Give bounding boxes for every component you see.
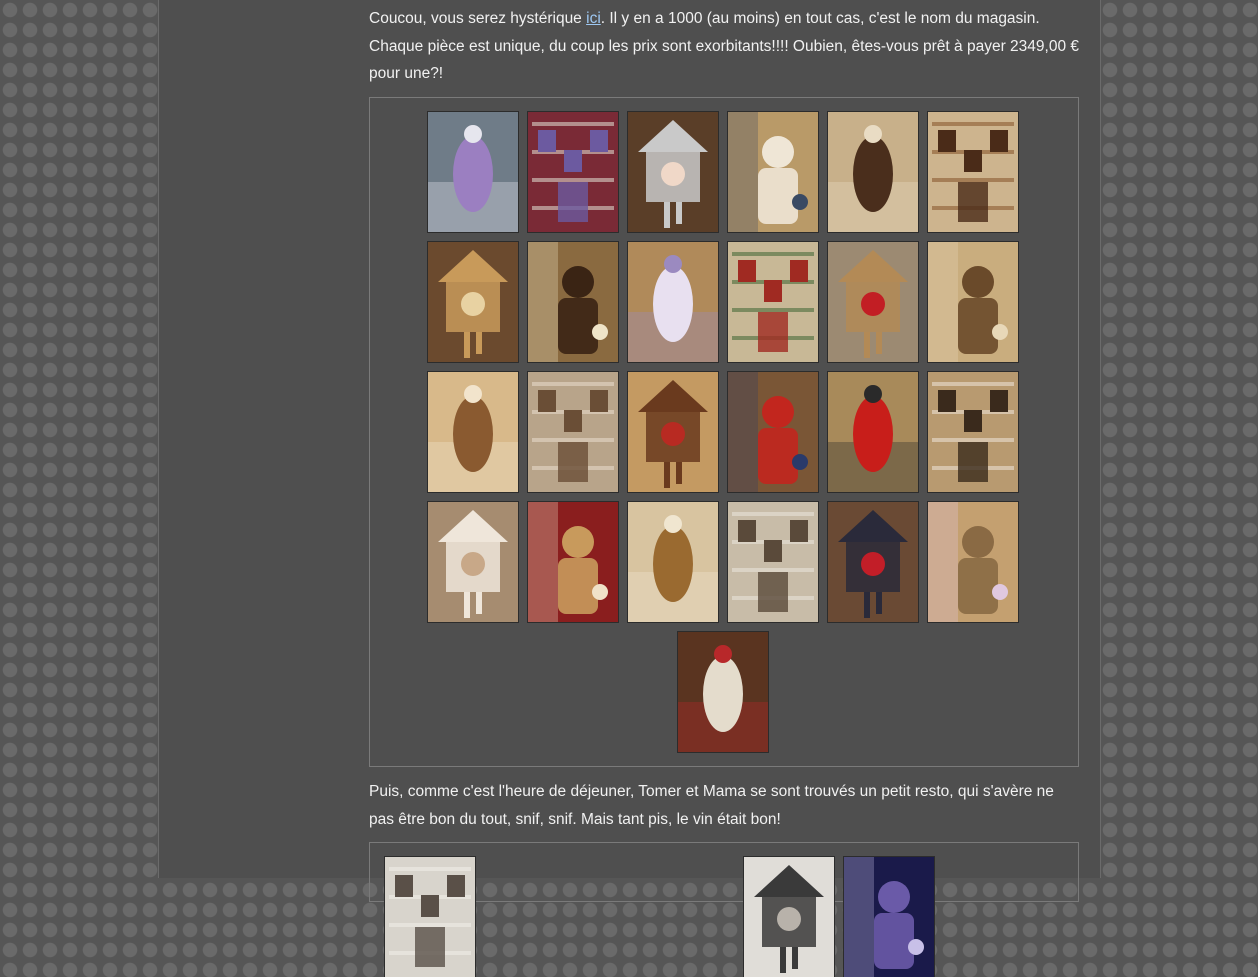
photo-thumbnail-white-teddy-bear[interactable] (428, 502, 518, 622)
photo-thumbnail-plush-shelves[interactable] (428, 372, 518, 492)
photo-thumbnail-large-cuckoo-clock[interactable] (928, 112, 1018, 232)
photo-thumbnail-wine-glass[interactable] (844, 857, 934, 977)
photo-thumbnail-teddy-bear-vest[interactable] (828, 242, 918, 362)
photo-thumbnail-carved-chalet-clock[interactable] (528, 502, 618, 622)
paragraph-text: Coucou, vous serez hystérique ici. Il y … (369, 5, 1079, 88)
photo-thumbnail-table-dish[interactable] (744, 857, 834, 977)
photo-thumbnail-dirndl-purple[interactable] (428, 112, 518, 232)
photo-thumbnail-porcelain-dolls[interactable] (678, 632, 768, 752)
photo-gallery-lunch (369, 842, 1079, 977)
photo-thumbnail-traditional-dress[interactable] (828, 502, 918, 622)
photo-thumbnail-craft-display[interactable] (928, 502, 1018, 622)
photo-thumbnail-shop-interior-clock[interactable] (928, 242, 1018, 362)
photo-thumbnail-couple-cuckoo-clock[interactable] (628, 112, 718, 232)
photo-gallery-shop (369, 97, 1079, 767)
text-before-link: Coucou, vous serez hystérique (369, 10, 587, 27)
photo-thumbnail-christmas-decor[interactable] (728, 242, 818, 362)
paragraph-text: Puis, comme c'est l'heure de déjeuner, T… (369, 783, 1054, 828)
paragraph-shop: Coucou, vous serez hystérique ici. Il y … (369, 5, 1079, 88)
photo-thumbnail-metal-sculpture[interactable] (728, 502, 818, 622)
photo-thumbnail-cuckoo-clock-wall[interactable] (828, 112, 918, 232)
photo-thumbnail-bear-costume[interactable] (728, 112, 818, 232)
photo-thumbnail-grandfather-clock[interactable] (628, 502, 718, 622)
page-column: Coucou, vous serez hystérique ici. Il y … (158, 0, 1101, 977)
photo-thumbnail-toy-shelves[interactable] (628, 372, 718, 492)
shop-link[interactable]: ici (586, 10, 601, 27)
photo-thumbnail-christmas-pyramid[interactable] (928, 372, 1018, 492)
photo-thumbnail-chalet-cuckoo-clock[interactable] (528, 242, 618, 362)
photo-thumbnail-restaurant-door[interactable] (385, 857, 475, 977)
photo-thumbnail-bear-display[interactable] (528, 372, 618, 492)
photo-thumbnail-bollenhut-figure[interactable] (828, 372, 918, 492)
photo-thumbnail-carved-clock-birds[interactable] (428, 242, 518, 362)
paragraph-lunch: Puis, comme c'est l'heure de déjeuner, T… (369, 778, 1079, 833)
photo-thumbnail-nutcracker[interactable] (728, 372, 818, 492)
photo-thumbnail-dirndl-window[interactable] (528, 112, 618, 232)
photo-thumbnail-shop-staircase[interactable] (628, 242, 718, 362)
